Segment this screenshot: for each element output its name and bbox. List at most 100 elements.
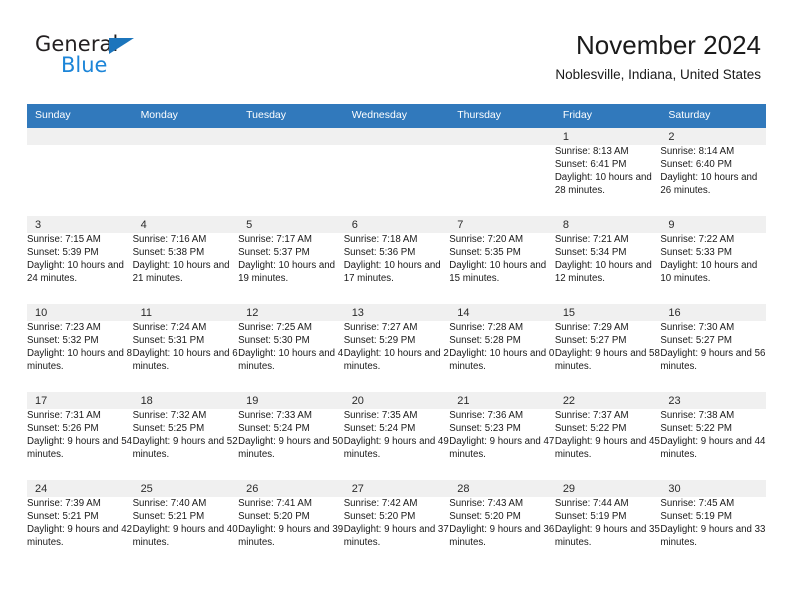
weekday-header-monday: Monday xyxy=(132,104,239,127)
day-number-cell: 26 xyxy=(238,480,344,497)
day-number-cell: 22 xyxy=(554,392,661,409)
day-cell[interactable]: Sunrise: 7:27 AM Sunset: 5:29 PM Daylight:… xyxy=(343,321,450,392)
day-number-cell: 8 xyxy=(554,216,661,233)
day-number-cell: 19 xyxy=(238,392,344,409)
daylight-text: Daylight: 10 hours and 26 minutes. xyxy=(660,172,758,197)
day-cell[interactable]: Sunrise: 7:35 AM Sunset: 5:24 PM Daylight:… xyxy=(343,409,450,480)
sunset-text: Sunset: 5:30 PM xyxy=(238,335,310,347)
day-cell[interactable]: Sunrise: 7:44 AM Sunset: 5:19 PM Daylight:… xyxy=(554,497,661,568)
calendar-body: 1 2 Sunrise: 8:13 AM Sunset: 6:41 PM Dayligh… xyxy=(27,126,766,568)
general-blue-logo[interactable]: General Blue xyxy=(35,34,235,82)
sunrise-text: Sunrise: 7:39 AM xyxy=(27,498,101,509)
day-number: 6 xyxy=(351,219,358,231)
empty-day-number-cell xyxy=(132,126,239,145)
day-cell[interactable]: Sunrise: 7:30 AM Sunset: 5:27 PM Daylight:… xyxy=(660,321,766,392)
day-number: 9 xyxy=(668,219,675,231)
day-cell[interactable]: Sunrise: 7:31 AM Sunset: 5:26 PM Daylight:… xyxy=(27,409,133,480)
day-number: 21 xyxy=(457,395,470,407)
day-number: 28 xyxy=(457,483,470,495)
sunset-text: Sunset: 5:31 PM xyxy=(132,335,205,347)
daylight-text: Daylight: 9 hours and 56 minutes. xyxy=(660,348,766,373)
day-cell[interactable]: Sunrise: 8:14 AM Sunset: 6:40 PM Daylight:… xyxy=(660,145,766,216)
empty-day-cell xyxy=(343,145,450,216)
day-number: 25 xyxy=(140,483,153,495)
daylight-text: Daylight: 10 hours and 10 minutes. xyxy=(660,260,758,285)
day-number: 11 xyxy=(140,307,152,319)
day-cell[interactable]: Sunrise: 7:42 AM Sunset: 5:20 PM Daylight:… xyxy=(343,497,450,568)
daylight-text: Daylight: 9 hours and 50 minutes. xyxy=(238,436,344,461)
daylight-text: Daylight: 10 hours and 28 minutes. xyxy=(554,172,652,197)
day-number: 18 xyxy=(140,395,153,407)
sunrise-text: Sunrise: 7:41 AM xyxy=(238,498,312,509)
day-number xyxy=(449,128,555,143)
day-cell[interactable]: Sunrise: 7:24 AM Sunset: 5:31 PM Daylight:… xyxy=(132,321,239,392)
daylight-text: Daylight: 9 hours and 58 minutes. xyxy=(554,348,660,373)
day-cell[interactable]: Sunrise: 7:28 AM Sunset: 5:28 PM Daylight:… xyxy=(449,321,555,392)
sunrise-text: Sunrise: 7:15 AM xyxy=(27,234,101,245)
day-cell[interactable]: Sunrise: 7:33 AM Sunset: 5:24 PM Daylight:… xyxy=(238,409,344,480)
sunset-text: Sunset: 6:41 PM xyxy=(554,159,627,171)
day-number: 12 xyxy=(246,307,259,319)
calendar-week-daynumbers: 10 11 12 13 14 15 16 xyxy=(27,304,766,321)
day-cell[interactable]: Sunrise: 7:39 AM Sunset: 5:21 PM Daylight:… xyxy=(27,497,133,568)
day-cell[interactable]: Sunrise: 7:21 AM Sunset: 5:34 PM Daylight:… xyxy=(554,233,661,304)
sunrise-text: Sunrise: 7:37 AM xyxy=(554,410,629,421)
daylight-text: Daylight: 10 hours and 6 minutes. xyxy=(132,348,238,373)
sunset-text: Sunset: 5:24 PM xyxy=(343,423,416,435)
day-cell[interactable]: Sunrise: 7:17 AM Sunset: 5:37 PM Daylight:… xyxy=(238,233,344,304)
sunrise-sunset-calendar: Sunday Monday Tuesday Wednesday Thursday… xyxy=(27,104,766,568)
day-number-cell: 2 xyxy=(660,126,766,145)
day-number-cell: 4 xyxy=(132,216,239,233)
day-number: 10 xyxy=(35,307,48,319)
sunset-text: Sunset: 5:25 PM xyxy=(132,423,205,435)
empty-day-number-cell xyxy=(343,126,450,145)
sunrise-text: Sunrise: 7:40 AM xyxy=(132,498,207,509)
day-cell[interactable]: Sunrise: 7:15 AM Sunset: 5:39 PM Daylight:… xyxy=(27,233,133,304)
day-cell[interactable]: Sunrise: 7:40 AM Sunset: 5:21 PM Daylight:… xyxy=(132,497,239,568)
sunset-text: Sunset: 5:32 PM xyxy=(27,335,99,347)
daylight-text: Daylight: 10 hours and 4 minutes. xyxy=(238,348,344,373)
sunrise-text: Sunrise: 7:27 AM xyxy=(343,322,418,333)
day-number: 16 xyxy=(668,307,681,319)
day-number xyxy=(133,128,239,143)
day-cell[interactable]: Sunrise: 7:45 AM Sunset: 5:19 PM Daylight:… xyxy=(660,497,766,568)
day-cell[interactable]: Sunrise: 7:41 AM Sunset: 5:20 PM Daylight:… xyxy=(238,497,344,568)
day-number xyxy=(238,128,344,143)
day-cell[interactable]: Sunrise: 7:20 AM Sunset: 5:35 PM Daylight:… xyxy=(449,233,555,304)
sunset-text: Sunset: 5:24 PM xyxy=(238,423,310,435)
sunrise-text: Sunrise: 7:36 AM xyxy=(449,410,524,421)
day-number: 7 xyxy=(457,219,464,231)
day-number: 19 xyxy=(246,395,259,407)
day-cell[interactable]: Sunrise: 7:18 AM Sunset: 5:36 PM Daylight:… xyxy=(343,233,450,304)
day-cell[interactable]: Sunrise: 8:13 AM Sunset: 6:41 PM Daylight:… xyxy=(554,145,661,216)
day-number: 20 xyxy=(351,395,364,407)
sunrise-text: Sunrise: 7:20 AM xyxy=(449,234,524,245)
day-cell[interactable]: Sunrise: 7:29 AM Sunset: 5:27 PM Daylight:… xyxy=(554,321,661,392)
daylight-text: Daylight: 9 hours and 36 minutes. xyxy=(449,524,555,549)
empty-day-number-cell xyxy=(238,126,344,145)
day-cell[interactable]: Sunrise: 7:43 AM Sunset: 5:20 PM Daylight:… xyxy=(449,497,555,568)
day-cell[interactable]: Sunrise: 7:25 AM Sunset: 5:30 PM Daylight:… xyxy=(238,321,344,392)
sunset-text: Sunset: 5:20 PM xyxy=(449,511,521,523)
day-cell[interactable]: Sunrise: 7:22 AM Sunset: 5:33 PM Daylight:… xyxy=(660,233,766,304)
sunset-text: Sunset: 5:36 PM xyxy=(343,247,416,259)
sunset-text: Sunset: 5:20 PM xyxy=(343,511,416,523)
day-cell[interactable]: Sunrise: 7:36 AM Sunset: 5:23 PM Daylight:… xyxy=(449,409,555,480)
sunset-text: Sunset: 5:29 PM xyxy=(343,335,416,347)
sunset-text: Sunset: 5:37 PM xyxy=(238,247,310,259)
sunrise-text: Sunrise: 8:14 AM xyxy=(660,146,735,157)
day-cell[interactable]: Sunrise: 7:37 AM Sunset: 5:22 PM Daylight:… xyxy=(554,409,661,480)
sunset-text: Sunset: 5:33 PM xyxy=(660,247,732,259)
sunrise-text: Sunrise: 7:43 AM xyxy=(449,498,524,509)
day-cell[interactable]: Sunrise: 7:38 AM Sunset: 5:22 PM Daylight:… xyxy=(660,409,766,480)
daylight-text: Daylight: 10 hours and 8 minutes. xyxy=(27,348,133,373)
calendar-week-daynumbers: 3 4 5 6 7 8 9 xyxy=(27,216,766,233)
calendar-page: General Blue November 2024 Noblesville, … xyxy=(0,0,792,612)
daylight-text: Daylight: 9 hours and 40 minutes. xyxy=(132,524,238,549)
daylight-text: Daylight: 9 hours and 39 minutes. xyxy=(238,524,344,549)
day-number: 14 xyxy=(457,307,470,319)
day-cell[interactable]: Sunrise: 7:23 AM Sunset: 5:32 PM Daylight:… xyxy=(27,321,133,392)
day-cell[interactable]: Sunrise: 7:32 AM Sunset: 5:25 PM Daylight:… xyxy=(132,409,239,480)
sunset-text: Sunset: 5:19 PM xyxy=(554,511,627,523)
day-cell[interactable]: Sunrise: 7:16 AM Sunset: 5:38 PM Daylight:… xyxy=(132,233,239,304)
